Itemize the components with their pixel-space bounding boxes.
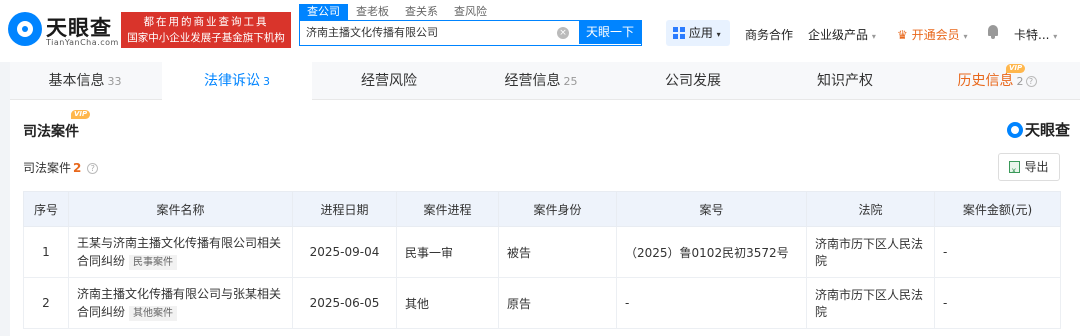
slogan-line-2: 国家中小企业发展子基金旗下机构: [127, 32, 285, 44]
logo-domain: TianYanCha.com: [46, 38, 119, 47]
tab-label: 公司发展: [665, 73, 721, 89]
vip-badge: VIP: [1006, 64, 1026, 73]
site-logo[interactable]: 天眼查 TianYanCha.com: [8, 10, 119, 50]
caret-down-icon: ▾: [963, 32, 968, 41]
slogan-line-1: 都在用的商业查询工具: [143, 16, 269, 28]
search-button[interactable]: 天眼一下: [579, 21, 641, 44]
bell-icon[interactable]: [986, 24, 1000, 40]
column-header: 案件身份: [498, 191, 617, 227]
tab-label: 经营风险: [361, 73, 417, 89]
tab-label: 知识产权: [817, 73, 873, 89]
top-bar: 天眼查 TianYanCha.com 都在用的商业查询工具 国家中小企业发展子基…: [0, 0, 1080, 62]
case-date: 2025-09-04: [292, 226, 397, 278]
tab-development[interactable]: 公司发展: [618, 62, 768, 100]
tab-count: 25: [563, 75, 578, 88]
case-number: -: [616, 277, 807, 329]
app-menu-button[interactable]: 应用 ▾: [666, 20, 730, 46]
tab-legal[interactable]: 法律诉讼 3: [162, 62, 312, 101]
case-name[interactable]: 济南主播文化传播有限公司与张某相关合同纠纷: [77, 287, 281, 319]
case-count-label: 司法案件: [23, 161, 72, 175]
tab-label: 基本信息: [48, 73, 105, 89]
tab-history[interactable]: 历史信息 2?: [922, 62, 1072, 100]
row-index: 2: [23, 277, 69, 329]
tab-count: 3: [263, 75, 270, 88]
crown-icon: ♛: [897, 28, 908, 42]
case-stage: 其他: [396, 277, 499, 329]
user-menu[interactable]: 卡特... ▾: [1014, 26, 1057, 43]
eye-logo-icon: [8, 12, 42, 46]
case-name[interactable]: 王某与济南主播文化传播有限公司相关合同纠纷: [77, 236, 281, 268]
tab-count: 2: [1016, 75, 1024, 88]
nav-business-label: 商务合作: [745, 28, 794, 42]
case-role: 被告: [498, 226, 617, 278]
excel-icon: [1009, 158, 1021, 184]
app-menu-label: 应用: [688, 26, 713, 40]
caret-down-icon: ▾: [716, 30, 721, 39]
search-type-tabs: 查公司 查老板 查关系 查风险: [299, 4, 495, 20]
case-name-cell[interactable]: 王某与济南主播文化传播有限公司相关合同纠纷 民事案件: [68, 226, 293, 278]
brand-text: 天眼查: [1024, 121, 1070, 139]
column-header: 案件进程: [396, 191, 499, 227]
cases-table: 序号 案件名称 进程日期 案件进程 案件身份 案号 法院 案件金额(元) 1 王…: [23, 191, 1061, 329]
table-row: 2 济南主播文化传播有限公司与张某相关合同纠纷 其他案件 2025-06-05 其…: [23, 277, 1061, 329]
section-title: 司法案件: [23, 124, 79, 140]
case-amount: -: [934, 226, 1061, 278]
caret-down-icon: ▾: [1053, 32, 1058, 41]
tab-label: 法律诉讼: [204, 73, 260, 89]
search-tab-boss[interactable]: 查老板: [348, 4, 397, 20]
column-header: 序号: [23, 191, 69, 227]
column-header: 案件名称: [68, 191, 293, 227]
export-label: 导出: [1024, 160, 1049, 174]
tab-operating-info[interactable]: 经营信息 25: [466, 62, 616, 100]
case-number-link[interactable]: （2025）鲁0102民初3572号: [616, 226, 807, 278]
user-name: 卡特...: [1014, 28, 1050, 42]
case-court: 济南市历下区人民法院: [806, 277, 935, 329]
table-header-row: 序号 案件名称 进程日期 案件进程 案件身份 案号 法院 案件金额(元): [23, 191, 1061, 227]
column-header: 进程日期: [292, 191, 397, 227]
column-header: 案件金额(元): [934, 191, 1061, 227]
search-tab-company[interactable]: 查公司: [299, 4, 348, 20]
grid-icon: [673, 27, 685, 39]
search-input[interactable]: [306, 25, 546, 38]
caret-down-icon: ▾: [871, 32, 876, 41]
vip-badge: VIP: [71, 110, 91, 119]
column-header: 法院: [806, 191, 935, 227]
nav-business[interactable]: 商务合作: [745, 26, 793, 43]
section-tabs: 基本信息 33 法律诉讼 3 经营风险 经营信息 25 公司发展 知识产权 历史信息 2…: [10, 62, 1080, 101]
case-stage: 民事一审: [396, 226, 499, 278]
search-tab-relation[interactable]: 查关系: [397, 4, 446, 20]
tab-ip[interactable]: 知识产权: [770, 62, 920, 100]
table-row: 1 王某与济南主播文化传播有限公司相关合同纠纷 民事案件 2025-09-04 民…: [23, 226, 1061, 278]
case-amount: -: [934, 277, 1061, 329]
case-type-tag: 民事案件: [129, 255, 178, 270]
case-count: 2: [73, 161, 82, 175]
tab-operating-risk[interactable]: 经营风险: [314, 62, 464, 100]
search-box: × 天眼一下: [299, 20, 642, 46]
tab-count: 33: [107, 75, 122, 88]
case-date: 2025-06-05: [292, 277, 397, 329]
export-button[interactable]: 导出: [998, 153, 1060, 184]
help-icon[interactable]: ?: [1025, 76, 1037, 87]
tab-basic-info[interactable]: 基本信息 33: [10, 62, 160, 100]
row-index: 1: [23, 226, 69, 278]
column-header: 案号: [616, 191, 807, 227]
tab-label: 经营信息: [504, 73, 561, 89]
nav-enterprise-label: 企业级产品: [808, 28, 869, 42]
nav-vip-label: 开通会员: [911, 28, 960, 42]
slogan-banner: 都在用的商业查询工具 国家中小企业发展子基金旗下机构: [121, 12, 291, 48]
case-name-cell[interactable]: 济南主播文化传播有限公司与张某相关合同纠纷 其他案件: [68, 277, 293, 329]
case-court: 济南市历下区人民法院: [806, 226, 935, 278]
case-count-title: 司法案件 2 ?: [23, 159, 99, 176]
nav-vip[interactable]: ♛ 开通会员 ▾: [897, 26, 967, 43]
help-icon[interactable]: ?: [87, 163, 99, 174]
judicial-cases-panel: VIP 司法案件 天眼查 司法案件2 ? 导出 序号 案件名称 进程日期 案件进…: [10, 100, 1080, 336]
tab-label: 历史信息: [957, 73, 1014, 89]
clear-icon[interactable]: ×: [557, 27, 569, 39]
nav-enterprise[interactable]: 企业级产品 ▾: [808, 26, 876, 43]
case-role: 原告: [498, 277, 617, 329]
case-type-tag: 其他案件: [129, 306, 178, 321]
search-tab-risk[interactable]: 查风险: [446, 4, 495, 20]
brand-watermark: 天眼查: [1006, 119, 1070, 139]
eye-logo-icon: [1006, 122, 1023, 138]
